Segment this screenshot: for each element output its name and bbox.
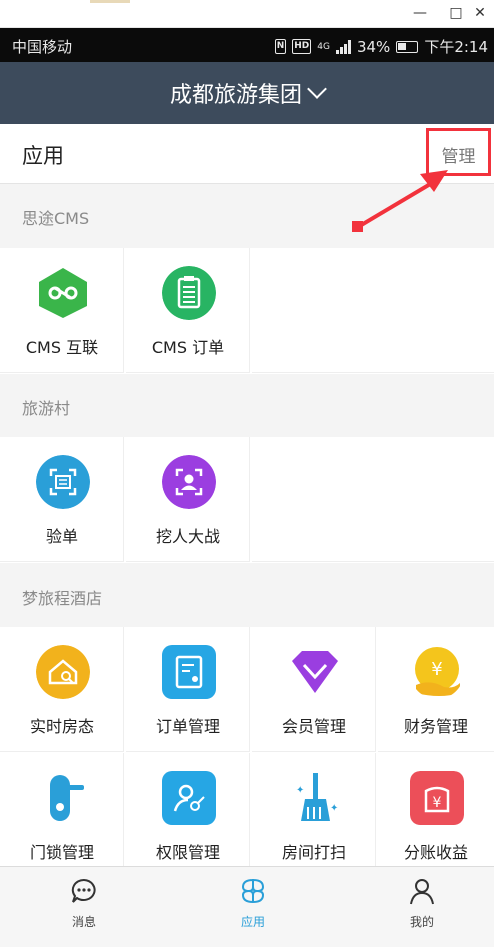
chat-icon [71,878,96,903]
app-label: 分账收益 [403,843,468,862]
app-lock-management[interactable]: 门锁管理 [0,753,124,867]
svg-text:¥: ¥ [431,659,442,680]
bottom-tab-bar: 消息 应用 我的 [0,866,494,947]
app-grid-tourism-village: 验单 挖人大战 [0,437,494,563]
chevron-down-icon [307,79,327,99]
scan-icon [36,455,90,509]
app-realtime-rooms[interactable]: 实时房态 [0,627,124,752]
app-label: 实时房态 [29,717,94,736]
app-member-management[interactable]: 会员管理 [252,627,376,752]
app-label: 订单管理 [155,717,220,736]
window-title-bar: — □ ✕ [0,0,494,28]
user-icon [410,879,434,905]
section-label-dream-hotel: 梦旅程酒店 [22,589,103,608]
status-bar: 中国移动 N HD 4G 34% 下午2:14 [0,28,494,62]
tab-label: 我的 [409,915,434,929]
page-title: 应用 [22,144,64,168]
tab-messages[interactable]: 消息 [34,877,134,930]
signal-icon [335,39,351,54]
app-label: 权限管理 [155,843,220,862]
link-icon [39,268,87,318]
tab-label: 应用 [240,915,265,929]
app-label: 挖人大战 [155,527,220,546]
tab-me[interactable]: 我的 [372,877,472,930]
app-recruit-battle[interactable]: 挖人大战 [126,437,250,562]
apps-title-bar: 应用 [0,124,494,184]
app-room-cleaning[interactable]: ✦ ✦ 房间打扫 [252,753,376,867]
empty-cell [252,248,494,373]
app-grid-sitou-cms: CMS 互联 CMS 订单 [0,248,494,374]
window-tab-strip [90,0,130,3]
app-grid-dream-hotel: 实时房态 订单管理 会员管理 ¥ 财务管理 门锁管理 权限管理 ✦ ✦ 房间打扫… [0,627,494,867]
svg-text:✦: ✦ [330,803,338,814]
tab-apps[interactable]: 应用 [203,877,303,930]
header-title: 成都旅游集团 [169,83,302,108]
svg-text:¥: ¥ [433,795,442,811]
app-cms-link[interactable]: CMS 互联 [0,248,124,373]
app-label: CMS 订单 [151,338,225,357]
app-order-management[interactable]: 订单管理 [126,627,250,752]
carrier-label: 中国移动 [12,38,73,56]
minimize-button[interactable]: — [410,4,430,22]
network-label: 4G [317,41,330,52]
person-scan-icon [162,455,216,509]
app-label: 会员管理 [281,717,346,736]
app-label: CMS 互联 [25,338,99,357]
svg-text:✦: ✦ [296,785,304,796]
app-revenue-split[interactable]: ¥ 分账收益 [378,753,494,867]
yuan-hand-icon: ¥ [415,647,460,696]
clipboard-icon [162,266,216,320]
user-key-icon [162,771,216,825]
apps-icon [241,878,265,904]
empty-cell [252,437,494,562]
diamond-icon [292,651,338,693]
door-lock-icon [50,775,84,821]
app-finance-management[interactable]: ¥ 财务管理 [378,627,494,752]
maximize-button[interactable]: □ [446,4,466,22]
app-verify-ticket[interactable]: 验单 [0,437,124,562]
battery-icon [396,40,419,53]
section-label-tourism-village: 旅游村 [22,399,71,418]
app-label: 门锁管理 [29,843,94,862]
battery-percent: 34% [356,37,391,56]
app-label: 房间打扫 [281,843,346,862]
tab-label: 消息 [71,915,96,929]
broom-icon: ✦ ✦ [296,773,338,821]
nfc-icon: N [274,39,287,54]
clock: 下午2:14 [424,38,488,56]
app-cms-order[interactable]: CMS 订单 [126,248,250,373]
manage-button[interactable]: 管理 [426,128,491,176]
app-label: 验单 [45,527,78,546]
yuan-bag-icon: ¥ [410,771,464,825]
order-icon [162,645,216,699]
hd-icon: HD [292,39,312,54]
house-search-icon [36,645,90,699]
section-label-sitou-cms: 思途CMS [22,209,90,228]
status-icons: N HD 4G 34% 下午2:14 [274,36,488,57]
app-label: 财务管理 [403,717,468,736]
close-button[interactable]: ✕ [470,4,490,22]
org-switcher[interactable]: 成都旅游集团 [0,62,494,124]
app-permission-management[interactable]: 权限管理 [126,753,250,867]
